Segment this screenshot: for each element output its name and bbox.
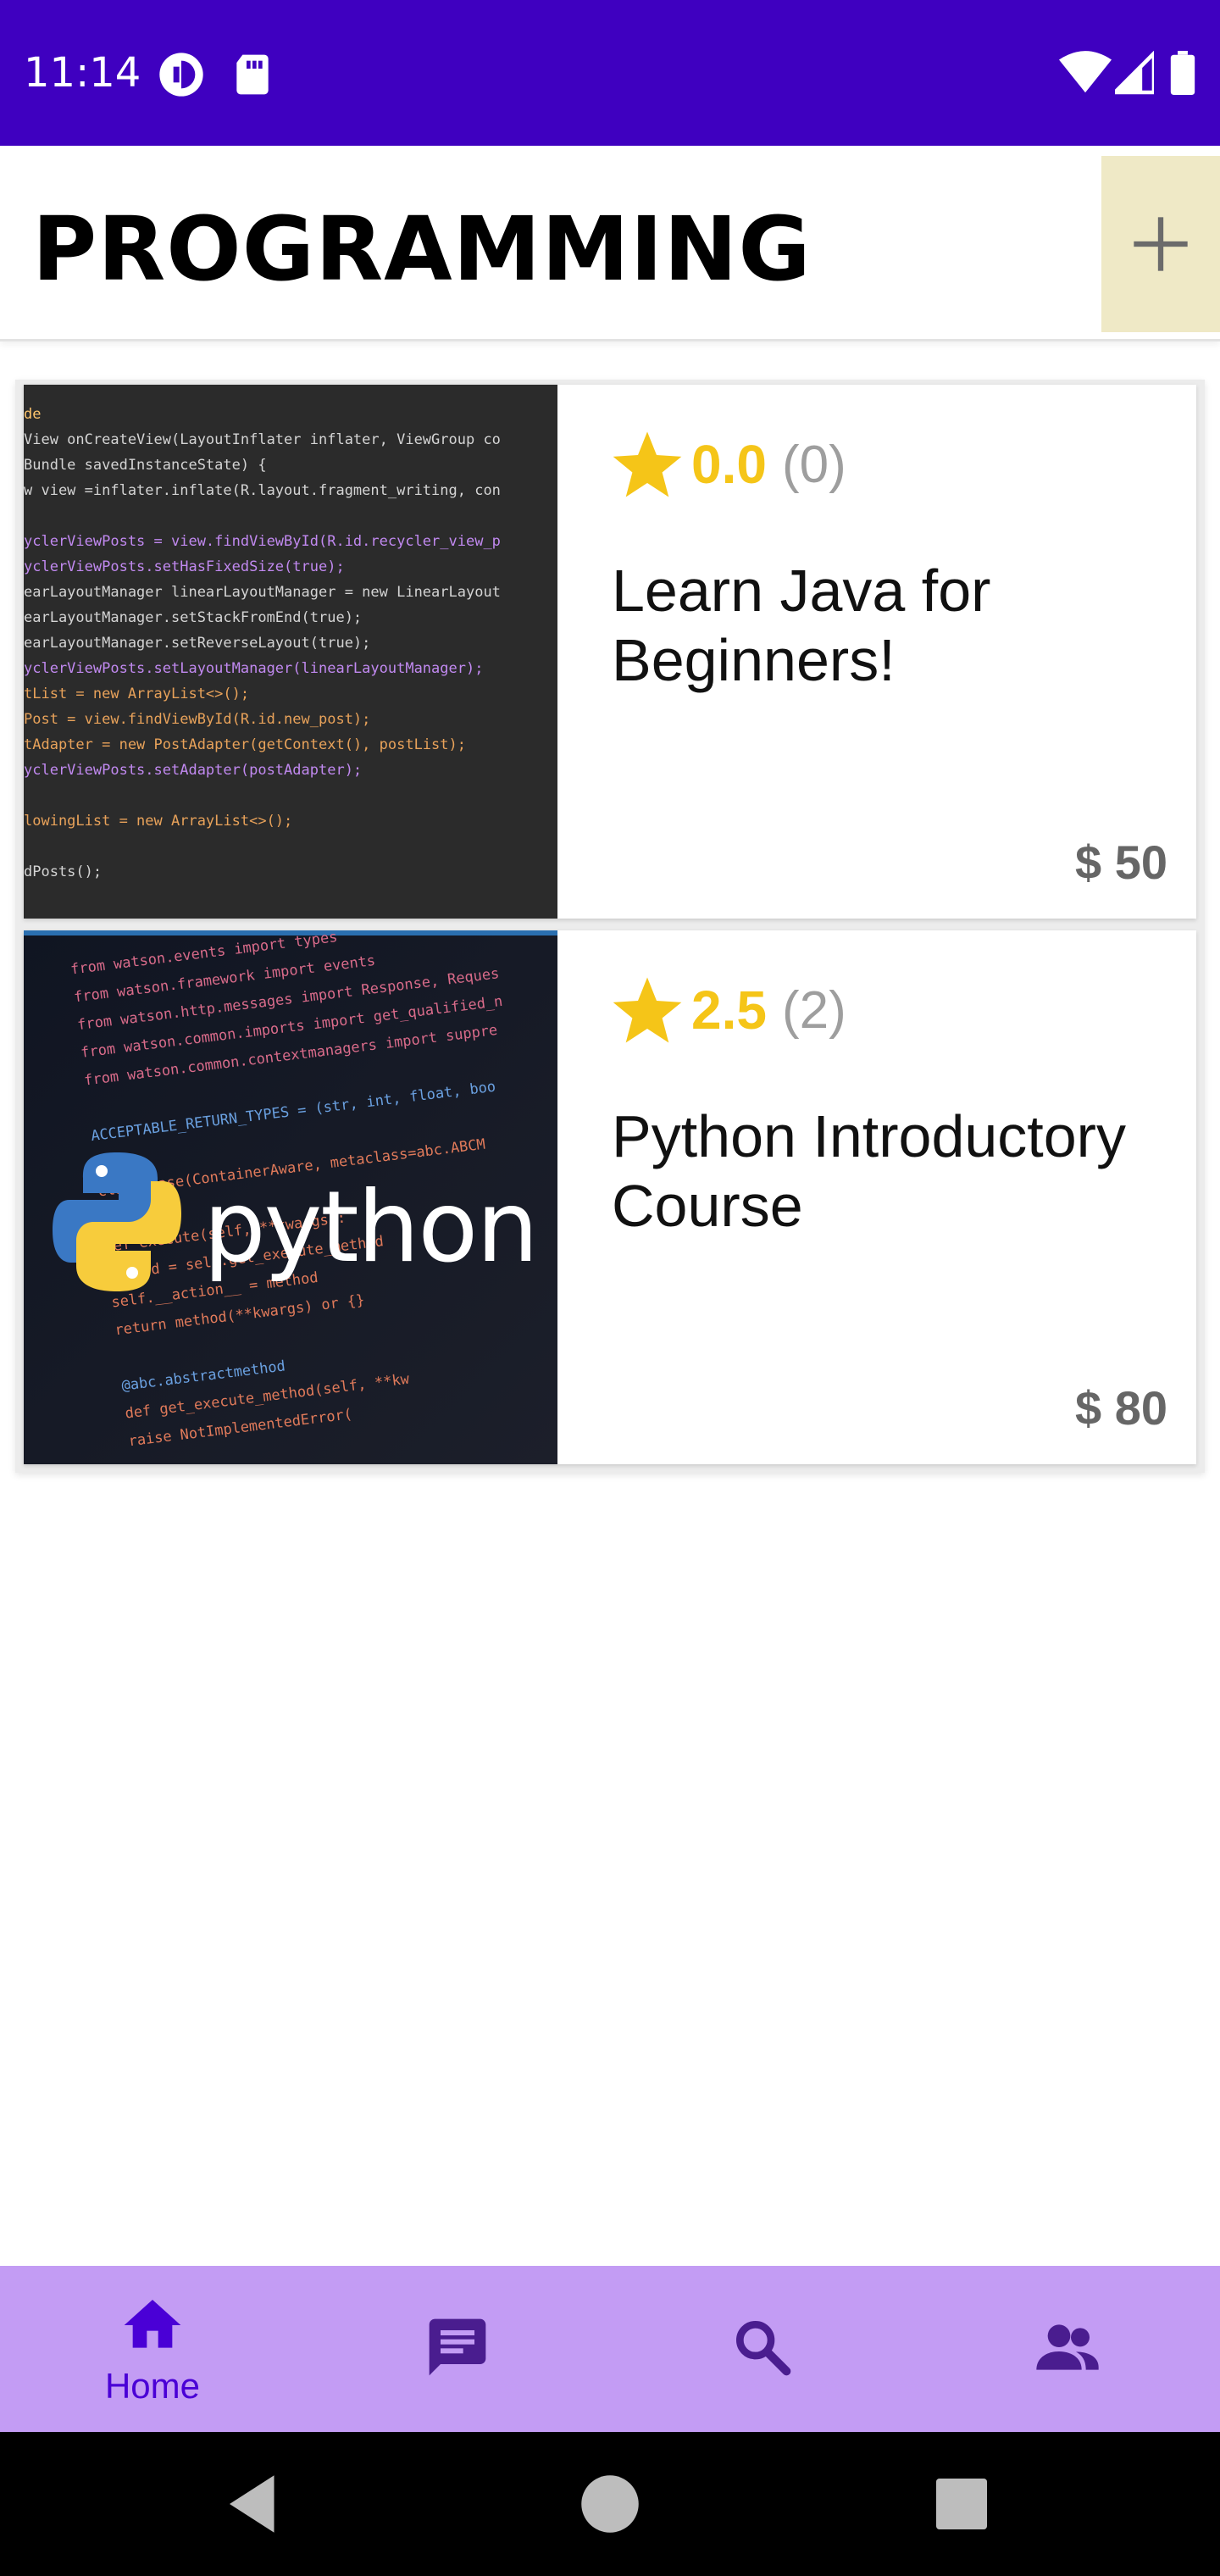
bottom-nav: Home bbox=[0, 2266, 1220, 2432]
code-line: yclerViewPosts = view.findViewById(R.id.… bbox=[24, 533, 501, 550]
plus-icon bbox=[1134, 217, 1188, 271]
signal-icon bbox=[1115, 51, 1154, 95]
star-icon bbox=[613, 431, 682, 497]
wifi-icon bbox=[1059, 51, 1112, 93]
python-logo-image: from watson.events import typesfrom wats… bbox=[24, 930, 557, 1464]
code-line: earLayoutManager linearLayoutManager = n… bbox=[24, 584, 501, 601]
code-line: w view =inflater.inflate(R.layout.fragme… bbox=[24, 482, 501, 499]
course-thumbnail: from watson.events import types from wats… bbox=[24, 930, 557, 1464]
code-line: earLayoutManager.setStackFromEnd(true); bbox=[24, 609, 362, 626]
rating-value: 0.0 bbox=[691, 434, 767, 495]
status-time: 11:14 bbox=[24, 49, 141, 97]
course-price: $ 50 bbox=[1075, 836, 1167, 889]
nav-item-chat[interactable] bbox=[305, 2266, 610, 2432]
nav-label-home: Home bbox=[104, 2366, 201, 2406]
rating-value: 2.5 bbox=[691, 980, 767, 1041]
rating-row: 2.5 (2) bbox=[610, 969, 846, 1051]
code-line: yclerViewPosts.setLayoutManager(linearLa… bbox=[24, 660, 483, 677]
java-code-image: de View onCreateView(LayoutInflater infla… bbox=[24, 385, 557, 919]
course-price: $ 80 bbox=[1075, 1381, 1167, 1435]
course-card[interactable]: de View onCreateView(LayoutInflater infla… bbox=[24, 385, 1196, 919]
rating-count: (2) bbox=[781, 980, 846, 1040]
page-title: PROGRAMMING bbox=[32, 197, 812, 301]
rating-row: 0.0 (0) bbox=[610, 424, 846, 505]
app-bar: PROGRAMMING bbox=[0, 146, 1220, 341]
status-bar: 11:14 bbox=[0, 0, 1220, 146]
chat-icon bbox=[429, 2318, 486, 2376]
code-line: tList = new ArrayList<>(); bbox=[24, 686, 249, 702]
code-line: Bundle savedInstanceState) { bbox=[24, 457, 267, 474]
add-course-button[interactable] bbox=[1101, 156, 1220, 332]
rating-count: (0) bbox=[781, 435, 846, 494]
nav-item-people[interactable] bbox=[915, 2266, 1220, 2432]
battery-icon bbox=[1170, 51, 1195, 95]
course-card[interactable]: from watson.events import types from wats… bbox=[24, 930, 1196, 1464]
code-line: dPosts(); bbox=[24, 863, 102, 880]
code-line: yclerViewPosts.setAdapter(postAdapter); bbox=[24, 762, 362, 779]
recents-icon[interactable] bbox=[923, 2466, 1000, 2542]
code-line: lowingList = new ArrayList<>(); bbox=[24, 813, 292, 830]
status-app-icon bbox=[159, 53, 203, 97]
home-circle-icon[interactable] bbox=[572, 2466, 648, 2542]
course-title: Learn Java for Beginners! bbox=[612, 558, 991, 693]
code-line: Post = view.findViewById(R.id.new_post); bbox=[24, 711, 370, 728]
code-line: yclerViewPosts.setHasFixedSize(true); bbox=[24, 558, 345, 575]
course-info: 0.0 (0) Learn Java for Beginners! $ 50 bbox=[557, 385, 1196, 919]
nav-item-search[interactable] bbox=[610, 2266, 915, 2432]
back-icon[interactable] bbox=[217, 2466, 293, 2542]
course-title: Python Introductory Course bbox=[612, 1103, 1126, 1239]
course-thumbnail: de View onCreateView(LayoutInflater infla… bbox=[24, 385, 557, 919]
home-icon bbox=[124, 2300, 181, 2348]
people-icon bbox=[1036, 2324, 1099, 2370]
code-line: View onCreateView(LayoutInflater inflate… bbox=[24, 431, 501, 448]
star-icon bbox=[613, 977, 682, 1043]
nav-item-home[interactable]: Home bbox=[0, 2266, 305, 2432]
python-wordmark: python bbox=[203, 1170, 537, 1285]
code-line: earLayoutManager.setReverseLayout(true); bbox=[24, 635, 370, 652]
system-nav-bar bbox=[0, 2432, 1220, 2576]
course-info: 2.5 (2) Python Introductory Course $ 80 bbox=[557, 930, 1196, 1464]
code-line: de bbox=[24, 406, 41, 423]
search-icon bbox=[736, 2321, 791, 2376]
code-line: tAdapter = new PostAdapter(getContext(),… bbox=[24, 736, 466, 753]
course-list: de View onCreateView(LayoutInflater infla… bbox=[15, 380, 1205, 1473]
sd-card-icon bbox=[236, 54, 269, 95]
